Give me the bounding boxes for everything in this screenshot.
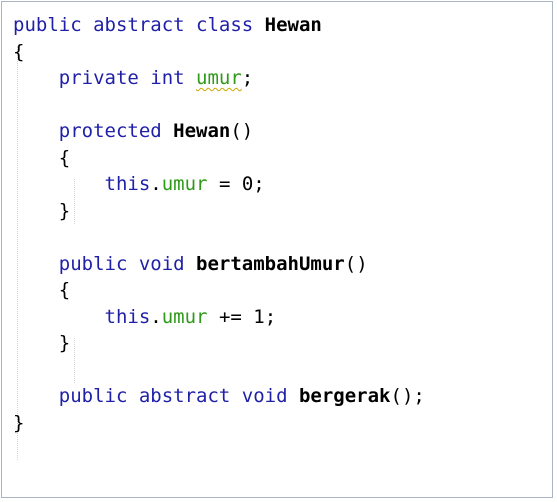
code-token: () [344, 252, 368, 275]
code-token: this [13, 173, 151, 195]
code-token: public abstract void [13, 385, 299, 407]
code-token: Hewan [264, 14, 322, 36]
code-token: { [13, 146, 71, 169]
code-token: { [13, 40, 25, 63]
code-block: public abstract class Hewan{ private int… [13, 12, 425, 436]
code-line: { [13, 145, 425, 172]
code-token: umur [161, 173, 208, 195]
code-line: { [13, 39, 425, 66]
code-line: this.umur = 0; [13, 171, 425, 198]
code-line: public void bertambahUmur() [13, 251, 425, 278]
code-token: bergerak [298, 385, 391, 407]
code-token: (); [390, 385, 425, 407]
code-token: ; [241, 67, 254, 89]
code-token: private int [13, 67, 197, 89]
code-token: () [230, 120, 254, 142]
code-token: . [150, 305, 162, 328]
code-token: this [13, 305, 151, 328]
code-token: { [13, 279, 71, 301]
code-line: } [13, 330, 425, 357]
code-token: bertambahUmur [196, 252, 345, 275]
code-token: umur [196, 67, 242, 89]
code-token: } [13, 199, 71, 222]
code-token: Hewan [173, 120, 231, 142]
code-token: += 1; [207, 305, 277, 328]
code-token: } [13, 332, 71, 354]
code-editor: public abstract class Hewan{ private int… [1, 1, 553, 498]
code-line: protected Hewan() [13, 118, 425, 145]
code-line: public abstract class Hewan [13, 12, 425, 39]
code-token: public void [13, 252, 197, 275]
code-line: private int umur; [13, 65, 425, 92]
code-token: } [13, 411, 25, 434]
code-token: public abstract class [13, 14, 265, 36]
code-token: = 0; [207, 173, 265, 195]
code-line: this.umur += 1; [13, 304, 425, 331]
code-line: } [13, 198, 425, 225]
code-line: { [13, 277, 425, 304]
code-line: } [13, 410, 425, 437]
code-token: . [150, 173, 162, 195]
code-token: umur [161, 305, 208, 328]
code-token: protected [13, 120, 174, 142]
code-line: public abstract void bergerak(); [13, 383, 425, 410]
